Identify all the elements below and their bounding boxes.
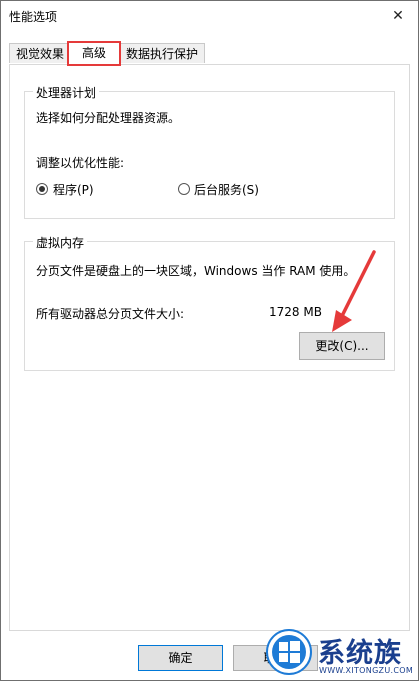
performance-options-window: 性能选项 ✕ 视觉效果 高级 数据执行保护 处理器计划 选择如何分配处理器资源。… <box>0 0 419 681</box>
radio-programs-label: 程序(P) <box>53 183 94 197</box>
radio-background-services-indicator[interactable] <box>178 183 190 195</box>
change-paging-file-button[interactable]: 更改(C)... <box>299 332 385 360</box>
virtual-memory-legend: 虚拟内存 <box>33 234 88 251</box>
radio-programs-indicator[interactable] <box>36 183 48 195</box>
watermark-url: WWW.XITONGZU.COM <box>319 666 414 675</box>
tab-visual-effects[interactable]: 视觉效果 <box>9 43 72 63</box>
processor-scheduling-group: 处理器计划 选择如何分配处理器资源。 调整以优化性能: 程序(P) 后台服务(S… <box>24 84 395 219</box>
ok-button[interactable]: 确定 <box>138 645 223 671</box>
close-icon[interactable]: ✕ <box>378 1 418 31</box>
windows-logo-icon <box>266 629 312 675</box>
advanced-tab-panel: 处理器计划 选择如何分配处理器资源。 调整以优化性能: 程序(P) 后台服务(S… <box>9 64 410 631</box>
radio-background-services-label: 后台服务(S) <box>194 183 259 197</box>
tab-data-execution-prevention[interactable]: 数据执行保护 <box>119 43 206 63</box>
total-paging-file-size-label: 所有驱动器总分页文件大小: <box>36 307 185 321</box>
adjust-for-performance-label: 调整以优化性能: <box>36 156 125 170</box>
title-bar: 性能选项 ✕ <box>1 1 418 31</box>
watermark-text: 系统族 <box>318 638 402 669</box>
tab-advanced[interactable]: 高级 <box>67 41 121 66</box>
total-paging-file-size-value: 1728 MB <box>269 305 322 319</box>
tab-strip: 视觉效果 高级 数据执行保护 <box>9 41 410 66</box>
red-annotation-arrow-icon <box>332 250 376 332</box>
window-title: 性能选项 <box>9 10 58 24</box>
virtual-memory-description: 分页文件是硬盘上的一块区域，Windows 当作 RAM 使用。 <box>36 264 356 278</box>
radio-background-services[interactable]: 后台服务(S) <box>178 181 288 197</box>
radio-programs[interactable]: 程序(P) <box>36 181 146 197</box>
watermark: 系统族 WWW.XITONGZU.COM <box>262 626 419 681</box>
processor-scheduling-legend: 处理器计划 <box>33 84 100 101</box>
processor-scheduling-description: 选择如何分配处理器资源。 <box>36 111 181 125</box>
